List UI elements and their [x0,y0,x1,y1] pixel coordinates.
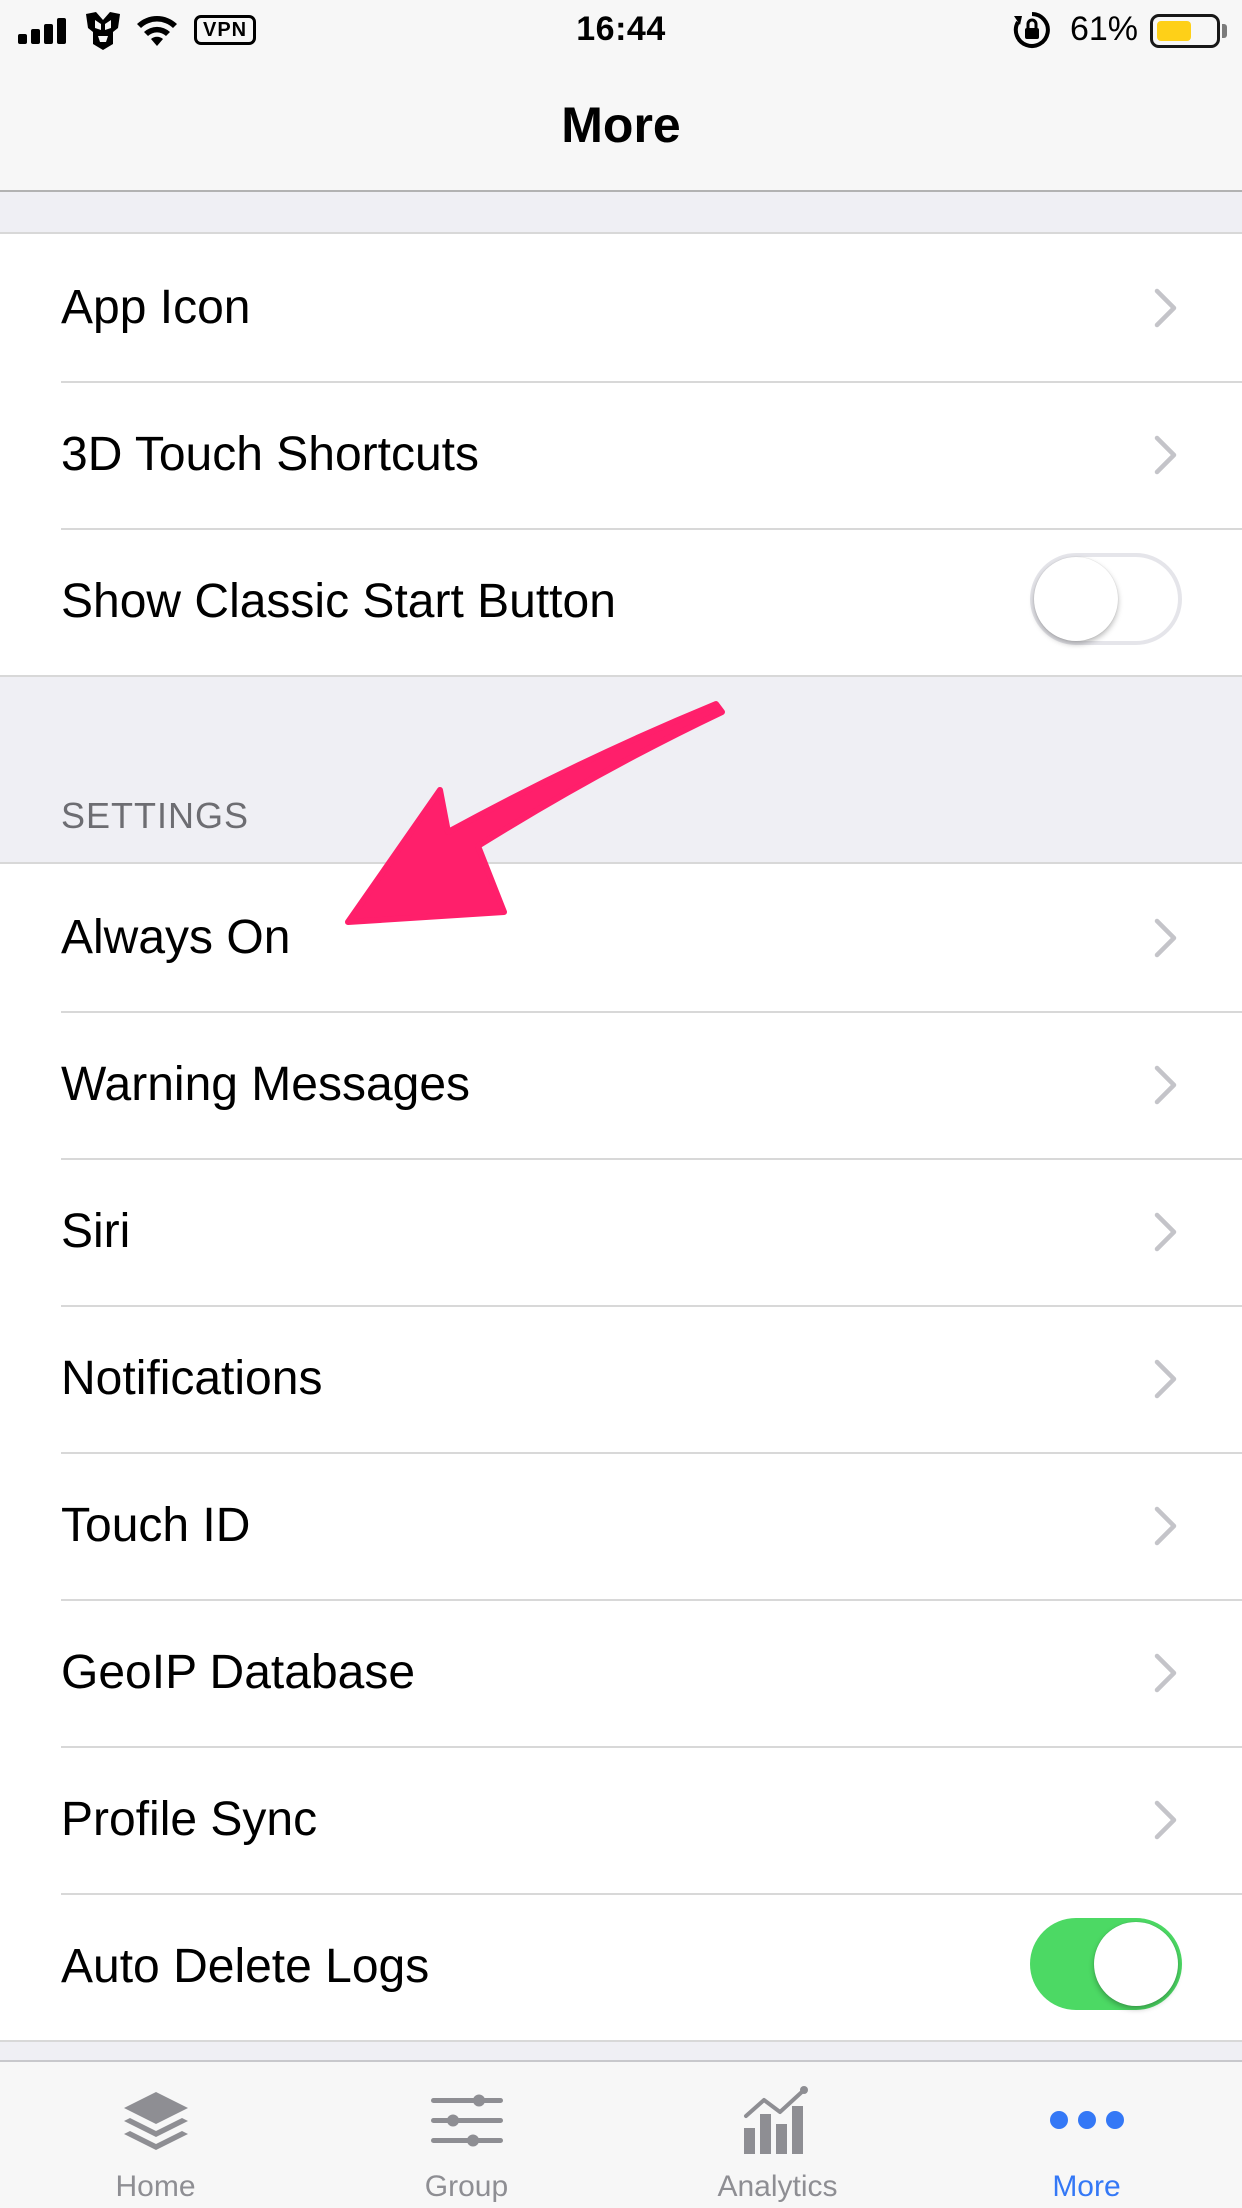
row-label: App Icon [61,281,251,334]
row-label: GeoIP Database [61,1646,416,1699]
row-label: Show Classic Start Button [61,575,616,628]
tab-label: Group [424,2170,509,2203]
bar-chart-icon [743,2086,808,2154]
toggle-knob [1094,1922,1178,2006]
more-dots-icon [1049,2111,1124,2129]
row-label: Profile Sync [61,1793,318,1846]
row-notifications[interactable]: Notifications [0,1305,1242,1452]
battery-nub [1222,24,1227,38]
row-app-icon[interactable]: App Icon [0,234,1242,381]
row-label: Auto Delete Logs [61,1940,430,1993]
page-title: More [561,97,681,153]
row-label: Always On [61,911,291,964]
tab-group[interactable]: Group [311,2062,622,2208]
chevron-right-icon [1154,435,1177,475]
chevron-right-icon [1154,1800,1177,1840]
row-show-classic-start-button: Show Classic Start Button [0,528,1242,675]
chevron-right-icon [1154,1506,1177,1546]
tab-bar: Home Group Analytics More [0,2060,1242,2208]
row-label: Touch ID [61,1499,251,1552]
battery-percentage: 61% [1069,10,1138,48]
battery-icon [1150,14,1220,48]
tab-label: Home [115,2170,196,2203]
row-touch-id[interactable]: Touch ID [0,1452,1242,1599]
layers-icon [123,2092,188,2150]
row-label: 3D Touch Shortcuts [61,428,480,481]
chevron-right-icon [1154,1065,1177,1105]
chevron-right-icon [1154,1653,1177,1693]
row-label: Siri [61,1205,131,1258]
auto-delete-logs-toggle[interactable] [1030,1918,1182,2010]
navigation-bar: More [0,62,1242,192]
status-bar: VPN 16:44 61% [0,0,1242,62]
annotation-arrow-icon [345,701,725,925]
tab-label: More [1052,2170,1121,2203]
tab-home[interactable]: Home [0,2062,311,2208]
chevron-right-icon [1154,1359,1177,1399]
sliders-icon [430,2094,503,2147]
battery-level-fill [1157,21,1191,41]
top-settings-group: App Icon 3D Touch Shortcuts Show Classic… [0,232,1242,677]
chevron-right-icon [1154,288,1177,328]
status-time: 16:44 [576,10,666,48]
row-warning-messages[interactable]: Warning Messages [0,1011,1242,1158]
tab-analytics[interactable]: Analytics [622,2062,933,2208]
toggle-knob [1034,557,1118,641]
classic-start-button-toggle[interactable] [1030,553,1182,645]
chevron-right-icon [1154,1212,1177,1252]
row-label: Notifications [61,1352,323,1405]
row-3d-touch-shortcuts[interactable]: 3D Touch Shortcuts [0,381,1242,528]
row-siri[interactable]: Siri [0,1158,1242,1305]
row-auto-delete-logs: Auto Delete Logs [0,1893,1242,2040]
rotation-lock-icon [1013,12,1050,48]
tab-label: Analytics [717,2170,838,2203]
row-label: Warning Messages [61,1058,471,1111]
row-geoip-database[interactable]: GeoIP Database [0,1599,1242,1746]
settings-group: Always On Warning Messages Siri Notifica… [0,862,1242,2042]
tab-more[interactable]: More [931,2062,1242,2208]
chevron-right-icon [1154,918,1177,958]
section-header-settings: SETTINGS [61,795,250,836]
row-profile-sync[interactable]: Profile Sync [0,1746,1242,1893]
